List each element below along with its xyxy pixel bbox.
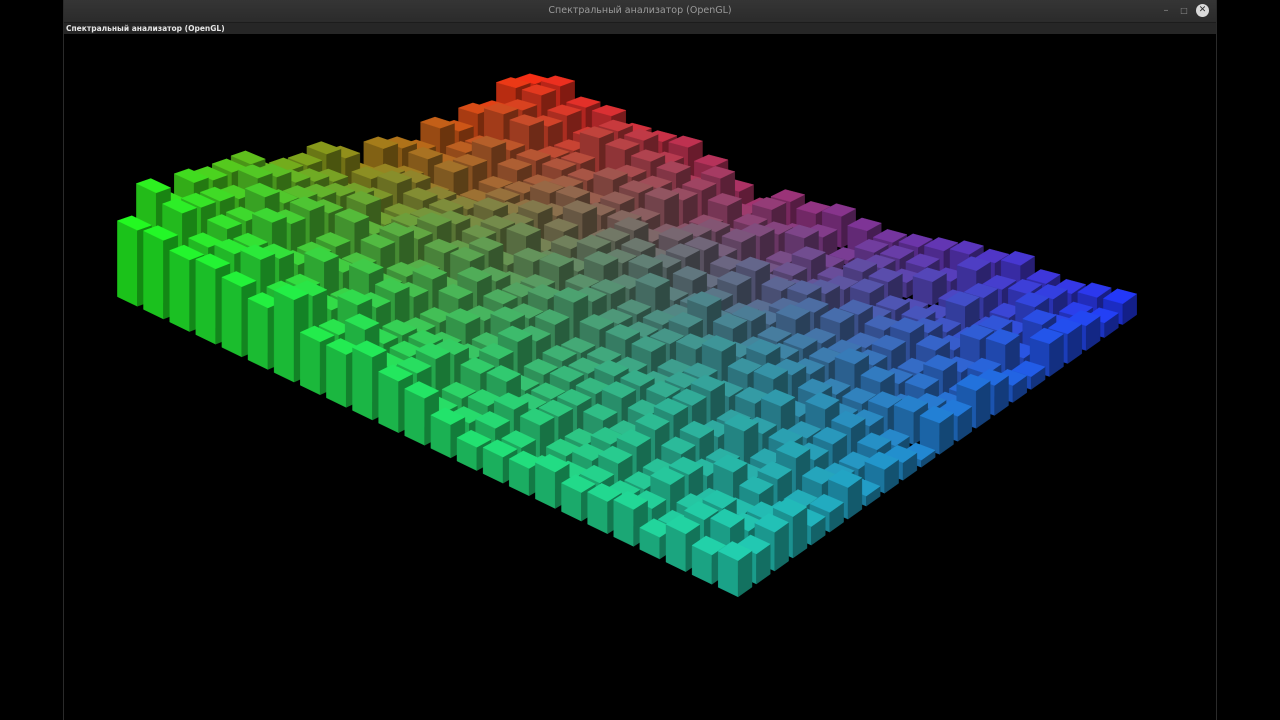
view-label: Спектральный анализатор (OpenGL) — [66, 24, 225, 33]
window-titlebar[interactable]: Спектральный анализатор (OpenGL) – □ ✕ — [64, 0, 1216, 23]
app-window: Спектральный анализатор (OpenGL) – □ ✕ С… — [64, 0, 1216, 720]
maximize-button[interactable]: □ — [1176, 3, 1192, 19]
spectrum-3d-scene — [116, 73, 1138, 598]
close-button[interactable]: ✕ — [1196, 4, 1209, 17]
window-title: Спектральный анализатор (OpenGL) — [548, 5, 732, 16]
opengl-viewport[interactable] — [64, 34, 1216, 720]
spectrum-bar — [717, 541, 753, 598]
minimize-button[interactable]: – — [1158, 3, 1174, 19]
desktop-background: Спектральный анализатор (OpenGL) – □ ✕ С… — [0, 0, 1280, 720]
view-label-bar: Спектральный анализатор (OpenGL) — [64, 23, 1216, 34]
